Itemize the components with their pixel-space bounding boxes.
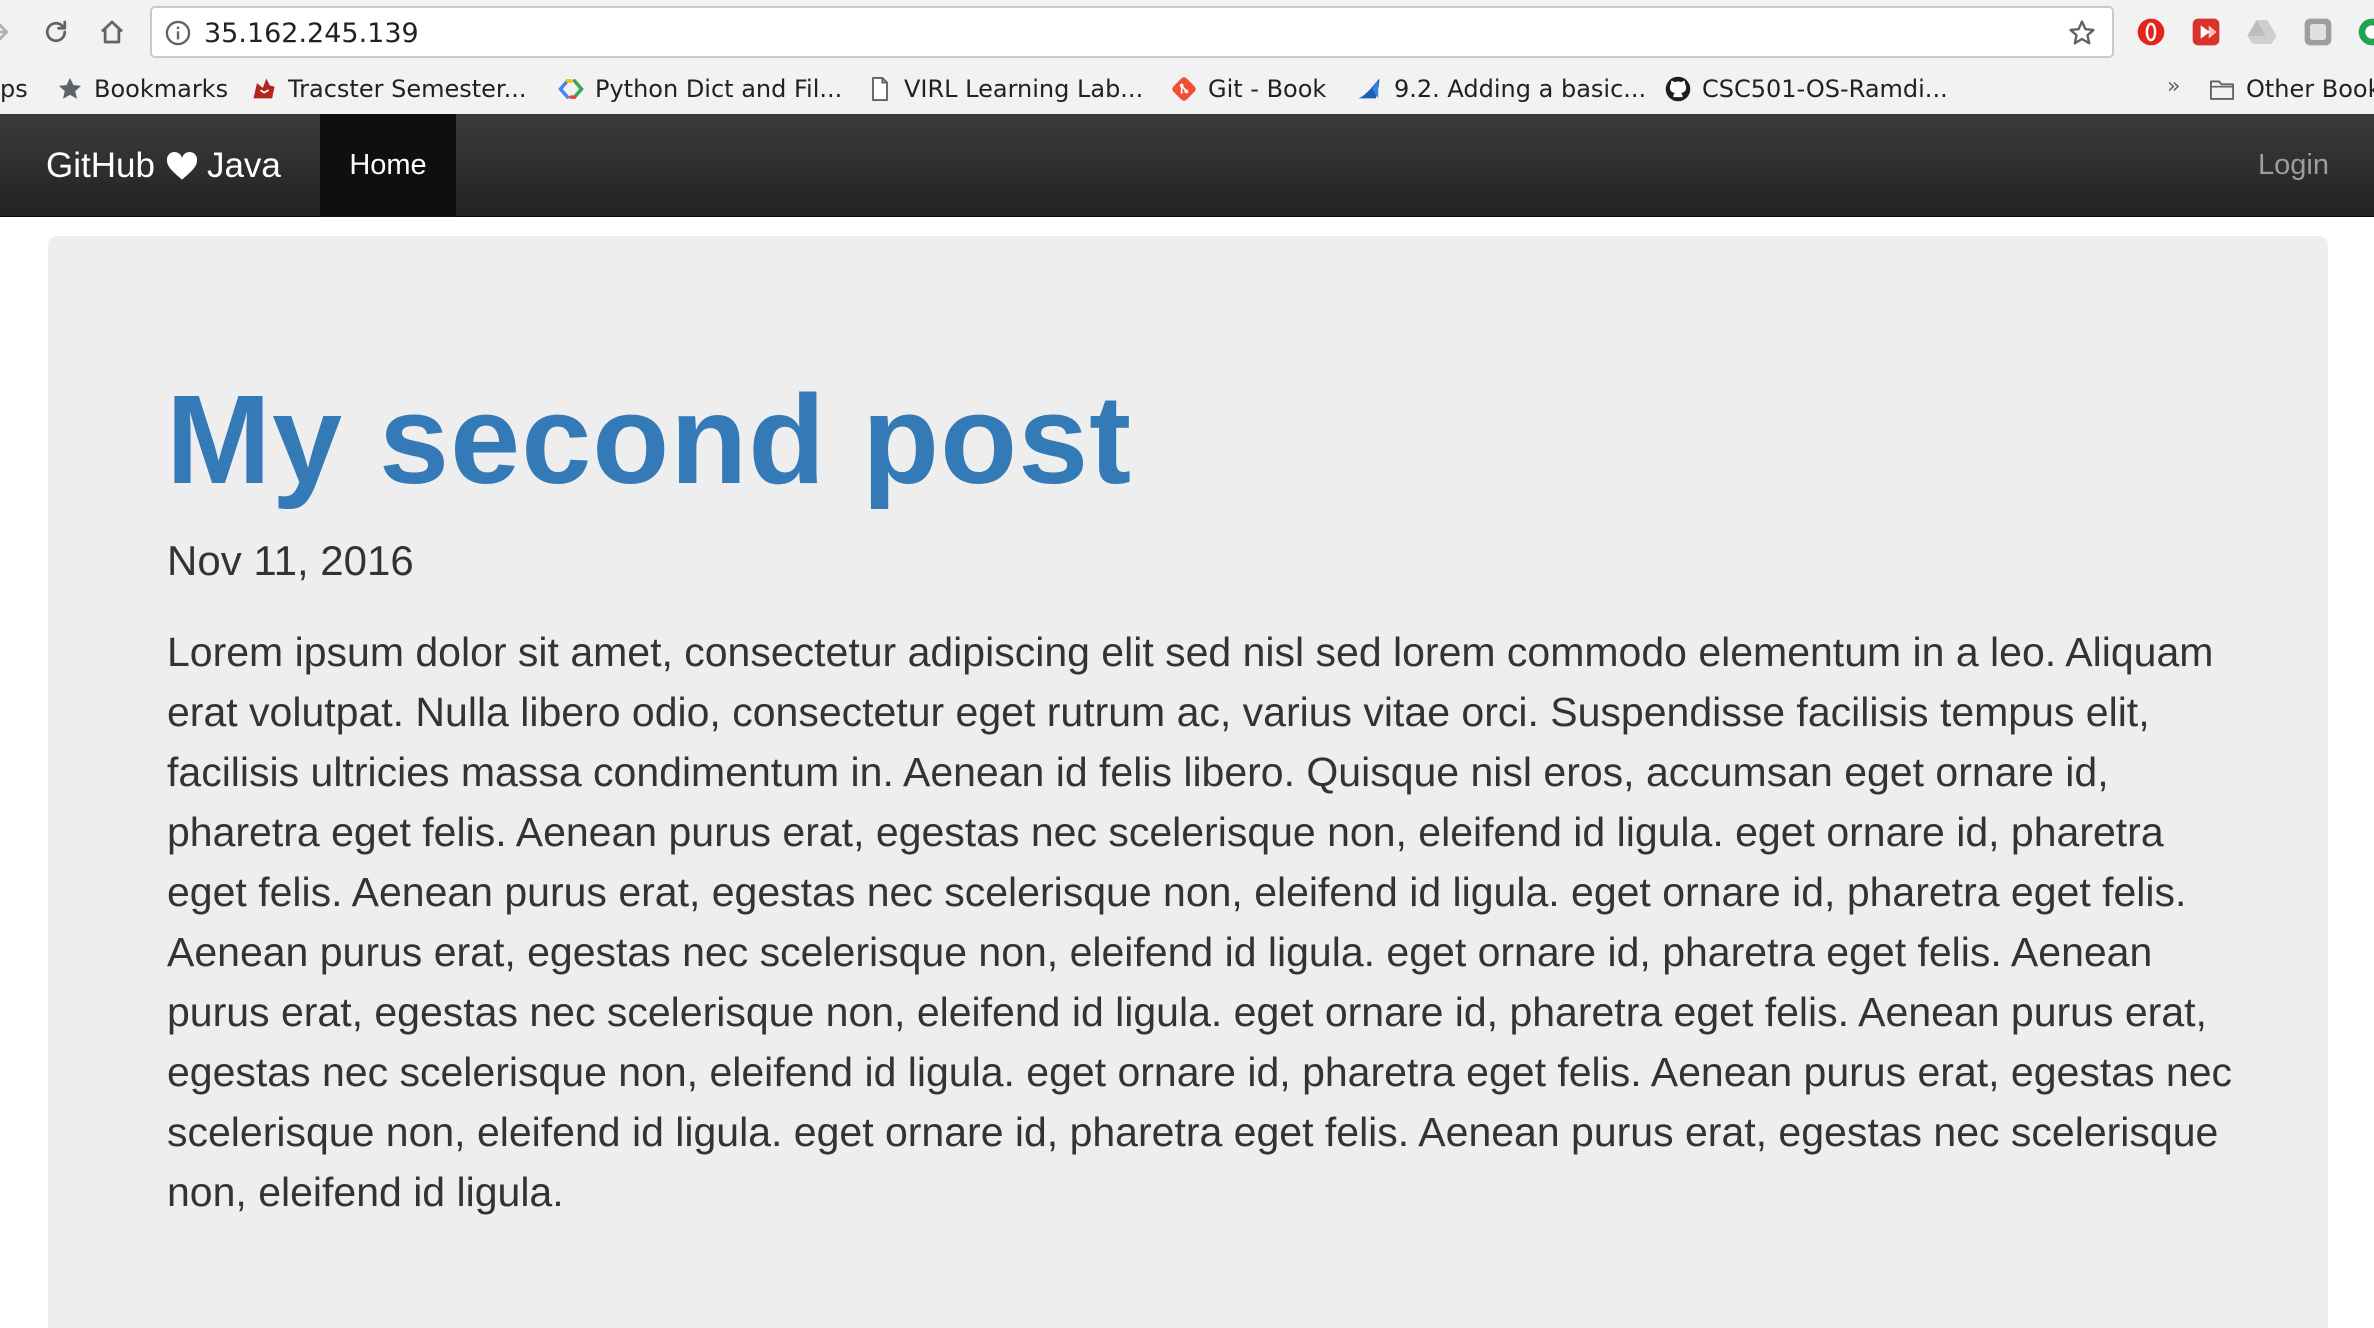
heart-icon	[166, 151, 198, 180]
shark-favicon-icon	[1358, 78, 1380, 99]
other-bookmarks-label: Other Book	[2246, 75, 2374, 103]
post-title[interactable]: My second post	[166, 370, 1132, 510]
post-date: Nov 11, 2016	[167, 537, 414, 584]
github-favicon-icon	[1665, 76, 1691, 102]
forward-icon[interactable]	[0, 10, 20, 54]
other-bookmarks[interactable]: Other Book	[2208, 72, 2374, 106]
drive-extension-icon[interactable]	[2246, 16, 2278, 48]
url-text[interactable]: 35.162.245.139	[204, 19, 419, 49]
wolf-favicon-icon	[253, 78, 275, 99]
code-favicon-icon	[558, 79, 584, 99]
bookmark-label: Python Dict and Fil...	[595, 75, 843, 103]
apps-bookmark[interactable]: ps	[0, 72, 28, 106]
bookmark-item[interactable]: Python Dict and Fil...	[557, 72, 842, 106]
post-body: Lorem ipsum dolor sit amet, consectetur …	[167, 629, 2233, 1215]
media-extension-icon[interactable]	[2190, 16, 2222, 48]
git-favicon-icon	[1172, 77, 1196, 101]
navbar-brand[interactable]: GitHub Java	[46, 114, 281, 217]
nav-login-link[interactable]: Login	[2258, 114, 2329, 217]
opera-extension-icon[interactable]	[2135, 16, 2167, 48]
bookmark-label: Tracster Semester...	[288, 75, 527, 103]
bookmark-label: Bookmarks	[94, 75, 229, 103]
bookmark-label: VIRL Learning Lab...	[904, 75, 1144, 103]
star-icon	[58, 77, 82, 99]
browser-toolbar: 35.162.245.139	[0, 0, 2374, 64]
bookmark-item[interactable]: CSC501-OS-Ramdi...	[1664, 72, 1948, 106]
page-icon	[872, 76, 888, 102]
bookmark-label: 9.2. Adding a basic...	[1394, 75, 1647, 103]
bookmark-item[interactable]: 9.2. Adding a basic...	[1356, 72, 1646, 106]
apps-bookmark-label: ps	[0, 75, 28, 103]
reload-icon[interactable]	[34, 10, 78, 54]
site-navbar: GitHub Java Home Login	[0, 114, 2374, 217]
green-extension-icon[interactable]	[2356, 16, 2374, 48]
address-bar[interactable]: 35.162.245.139	[150, 6, 2114, 58]
window-extension-icon[interactable]	[2302, 16, 2334, 48]
home-icon[interactable]	[90, 10, 134, 54]
bookmark-label: CSC501-OS-Ramdi...	[1702, 75, 1948, 103]
bookmark-label: Git - Book	[1208, 75, 1327, 103]
folder-icon	[2209, 80, 2235, 100]
site-info-icon[interactable]	[164, 19, 192, 47]
bookmarks-overflow-chevron[interactable]: »	[2167, 74, 2180, 99]
bookmark-star-icon[interactable]	[2066, 17, 2098, 49]
bookmarks-bar: ps Bookmarks Tracster Semester... Python…	[0, 64, 2374, 114]
bookmark-item[interactable]: Git - Book	[1170, 72, 1326, 106]
bookmark-item[interactable]: Bookmarks	[56, 72, 228, 106]
brand-text-left: GitHub	[46, 145, 155, 185]
browser-chrome: 35.162.245.139 ps Bookmarks Tracster Sem…	[0, 0, 2374, 114]
post-jumbotron: My second post Nov 11, 2016 Lorem ipsum …	[48, 236, 2328, 1328]
nav-home-link[interactable]: Home	[320, 114, 456, 217]
bookmark-item[interactable]: Tracster Semester...	[250, 72, 526, 106]
bookmark-item[interactable]: VIRL Learning Lab...	[866, 72, 1143, 106]
brand-text-right: Java	[206, 145, 281, 185]
